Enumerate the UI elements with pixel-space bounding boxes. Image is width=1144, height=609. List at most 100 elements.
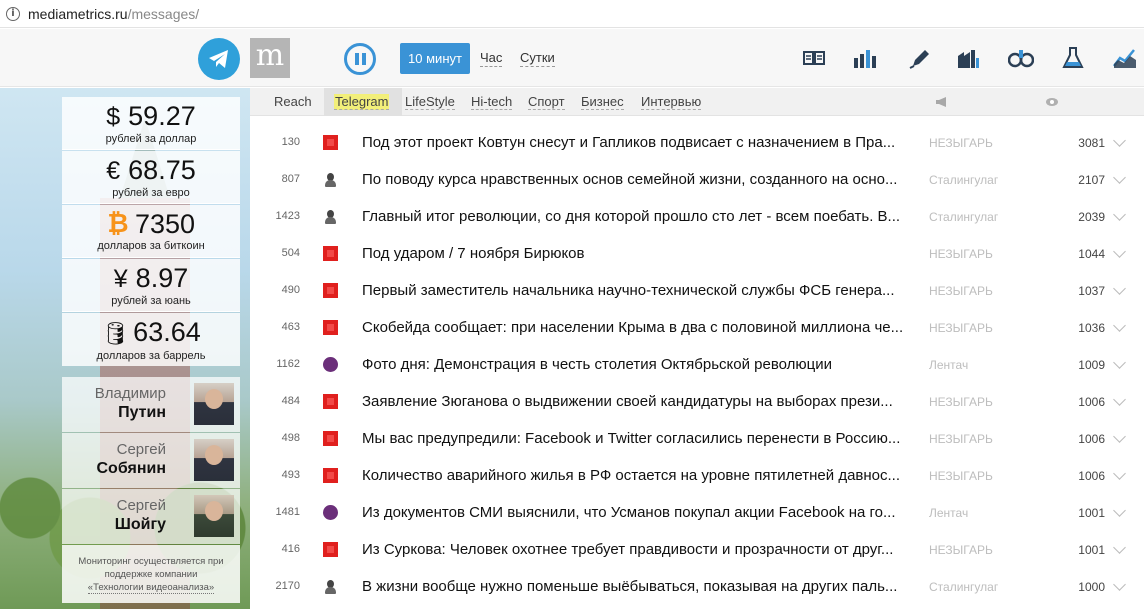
- nezygar-source-icon[interactable]: [323, 246, 338, 261]
- period-day-link[interactable]: Сутки: [520, 50, 555, 67]
- tab-business[interactable]: Бизнес: [581, 94, 624, 110]
- pen-icon[interactable]: [907, 46, 933, 70]
- binoculars-icon[interactable]: [1008, 46, 1034, 70]
- channel-name[interactable]: НЕЗЫГАРЬ: [929, 469, 993, 483]
- message-title-link[interactable]: Из Суркова: Человек охотнее требует прав…: [362, 541, 914, 558]
- pause-button[interactable]: [344, 43, 376, 75]
- chevron-down-icon[interactable]: [1113, 467, 1126, 480]
- rate-oil[interactable]: 🛢 63.64 долларов за баррель: [62, 313, 240, 366]
- mediametrics-logo[interactable]: m: [250, 38, 290, 78]
- channel-name[interactable]: Сталингулаг: [929, 210, 998, 224]
- stalingulag-source-icon[interactable]: [323, 209, 338, 224]
- channel-name[interactable]: НЕЗЫГАРЬ: [929, 321, 993, 335]
- person-putin[interactable]: Владимир Путин: [62, 377, 240, 432]
- tab-interview[interactable]: Интервью: [641, 94, 702, 110]
- nezygar-source-icon[interactable]: [323, 394, 338, 409]
- message-title-link[interactable]: Количество аварийного жилья в РФ остаетс…: [362, 467, 914, 484]
- period-hour-link[interactable]: Час: [480, 50, 503, 67]
- rate-cny[interactable]: ¥8.97 рублей за юань: [62, 259, 240, 312]
- table-row[interactable]: 1162 Фото дня: Демонстрация в честь столе…: [250, 347, 1144, 384]
- info-icon[interactable]: i: [6, 6, 20, 21]
- table-row[interactable]: 498 Мы вас предупредили: Facebook и Twitt…: [250, 421, 1144, 458]
- stalingulag-source-icon[interactable]: [323, 172, 338, 187]
- address-bar[interactable]: i mediametrics.ru/messages/: [0, 0, 1144, 28]
- channel-name[interactable]: Сталингулаг: [929, 173, 998, 187]
- chevron-down-icon[interactable]: [1113, 171, 1126, 184]
- chevron-down-icon[interactable]: [1113, 430, 1126, 443]
- lentach-source-icon[interactable]: [323, 505, 338, 520]
- channel-name[interactable]: Лентач: [929, 358, 968, 372]
- telegram-logo-icon[interactable]: [198, 38, 240, 80]
- channel-name[interactable]: НЕЗЫГАРЬ: [929, 543, 993, 557]
- message-title-link[interactable]: Из документов СМИ выяснили, что Усманов …: [362, 504, 914, 521]
- factory-icon[interactable]: [955, 46, 981, 70]
- chevron-down-icon[interactable]: [1113, 245, 1126, 258]
- channel-name[interactable]: НЕЗЫГАРЬ: [929, 247, 993, 261]
- newspaper-icon[interactable]: [801, 46, 827, 70]
- chevron-down-icon[interactable]: [1113, 282, 1126, 295]
- lentach-source-icon[interactable]: [323, 357, 338, 372]
- message-title-link[interactable]: Первый заместитель начальника научно-тех…: [362, 282, 914, 299]
- message-title-link[interactable]: Фото дня: Демонстрация в честь столетия …: [362, 356, 914, 373]
- rate-btc[interactable]: ₿ 7350 долларов за биткоин: [62, 205, 240, 258]
- message-title-link[interactable]: В жизни вообще нужно поменьше выёбыватьс…: [362, 578, 914, 595]
- person-shoigu[interactable]: Сергей Шойгу: [62, 489, 240, 544]
- chevron-down-icon[interactable]: [1113, 208, 1126, 221]
- nezygar-source-icon[interactable]: [323, 468, 338, 483]
- stalingulag-source-icon[interactable]: [323, 579, 338, 594]
- nezygar-source-icon[interactable]: [323, 320, 338, 335]
- channel-name[interactable]: НЕЗЫГАРЬ: [929, 395, 993, 409]
- rate-eur[interactable]: €68.75 рублей за евро: [62, 151, 240, 204]
- table-row[interactable]: 807 По поводу курса нравственных основ се…: [250, 162, 1144, 199]
- chevron-down-icon[interactable]: [1113, 319, 1126, 332]
- table-row[interactable]: 1423 Главный итог революции, со дня котор…: [250, 199, 1144, 236]
- table-row[interactable]: 490 Первый заместитель начальника научно-…: [250, 273, 1144, 310]
- nezygar-source-icon[interactable]: [323, 431, 338, 446]
- eye-icon[interactable]: [1045, 96, 1059, 108]
- tab-lifestyle[interactable]: LifeStyle: [405, 94, 455, 110]
- sponsor-link[interactable]: «Технологии видеоанализа»: [87, 582, 215, 594]
- table-row[interactable]: 130 Под этот проект Ковтун снесут и Гапли…: [250, 125, 1144, 162]
- channel-name[interactable]: НЕЗЫГАРЬ: [929, 136, 993, 150]
- channel-name[interactable]: Лентач: [929, 506, 968, 520]
- table-row[interactable]: 416 Из Суркова: Человек охотнее требует п…: [250, 532, 1144, 569]
- chevron-down-icon[interactable]: [1113, 356, 1126, 369]
- bar-chart-icon[interactable]: [852, 46, 878, 70]
- nezygar-source-icon[interactable]: [323, 283, 338, 298]
- chevron-down-icon[interactable]: [1113, 541, 1126, 554]
- channel-name[interactable]: Сталингулаг: [929, 580, 998, 594]
- tab-telegram[interactable]: Telegram: [334, 94, 390, 110]
- reach-value: 484: [281, 395, 300, 407]
- message-title-link[interactable]: Главный итог революции, со дня которой п…: [362, 208, 914, 225]
- message-title-link[interactable]: Под этот проект Ковтун снесут и Гапликов…: [362, 134, 914, 151]
- message-title-link[interactable]: Под ударом / 7 ноября Бирюков: [362, 245, 914, 262]
- reach-value: 504: [281, 247, 300, 259]
- chevron-down-icon[interactable]: [1113, 134, 1126, 147]
- rate-usd[interactable]: $59.27 рублей за доллар: [62, 97, 240, 150]
- message-title-link[interactable]: По поводу курса нравственных основ семей…: [362, 171, 914, 188]
- chevron-down-icon[interactable]: [1113, 393, 1126, 406]
- reach-value: 807: [281, 173, 300, 185]
- flask-icon[interactable]: [1060, 46, 1086, 70]
- person-sobyanin[interactable]: Сергей Собянин: [62, 433, 240, 488]
- message-title-link[interactable]: Заявление Зюганова о выдвижении своей ка…: [362, 393, 914, 410]
- period-10min-button[interactable]: 10 минут: [400, 43, 470, 74]
- table-row[interactable]: 463 Скобейда сообщает: при населении Крым…: [250, 310, 1144, 347]
- nezygar-source-icon[interactable]: [323, 135, 338, 150]
- message-title-link[interactable]: Скобейда сообщает: при населении Крыма в…: [362, 319, 914, 336]
- line-chart-icon[interactable]: [1112, 46, 1138, 70]
- table-row[interactable]: 484 Заявление Зюганова о выдвижении своей…: [250, 384, 1144, 421]
- channel-name[interactable]: НЕЗЫГАРЬ: [929, 432, 993, 446]
- table-row[interactable]: 504 Под ударом / 7 ноября Бирюков НЕЗЫГАРЬ…: [250, 236, 1144, 273]
- tab-sport[interactable]: Спорт: [528, 94, 565, 110]
- tab-hi-tech[interactable]: Hi-tech: [471, 94, 513, 110]
- table-row[interactable]: 493 Количество аварийного жилья в РФ оста…: [250, 458, 1144, 495]
- table-row[interactable]: 2170 В жизни вообще нужно поменьше выёбыв…: [250, 569, 1144, 606]
- channel-name[interactable]: НЕЗЫГАРЬ: [929, 284, 993, 298]
- message-title-link[interactable]: Мы вас предупредили: Facebook и Twitter …: [362, 430, 914, 447]
- megaphone-icon[interactable]: [935, 96, 949, 108]
- chevron-down-icon[interactable]: [1113, 504, 1126, 517]
- chevron-down-icon[interactable]: [1113, 578, 1126, 591]
- nezygar-source-icon[interactable]: [323, 542, 338, 557]
- table-row[interactable]: 1481 Из документов СМИ выяснили, что Усма…: [250, 495, 1144, 532]
